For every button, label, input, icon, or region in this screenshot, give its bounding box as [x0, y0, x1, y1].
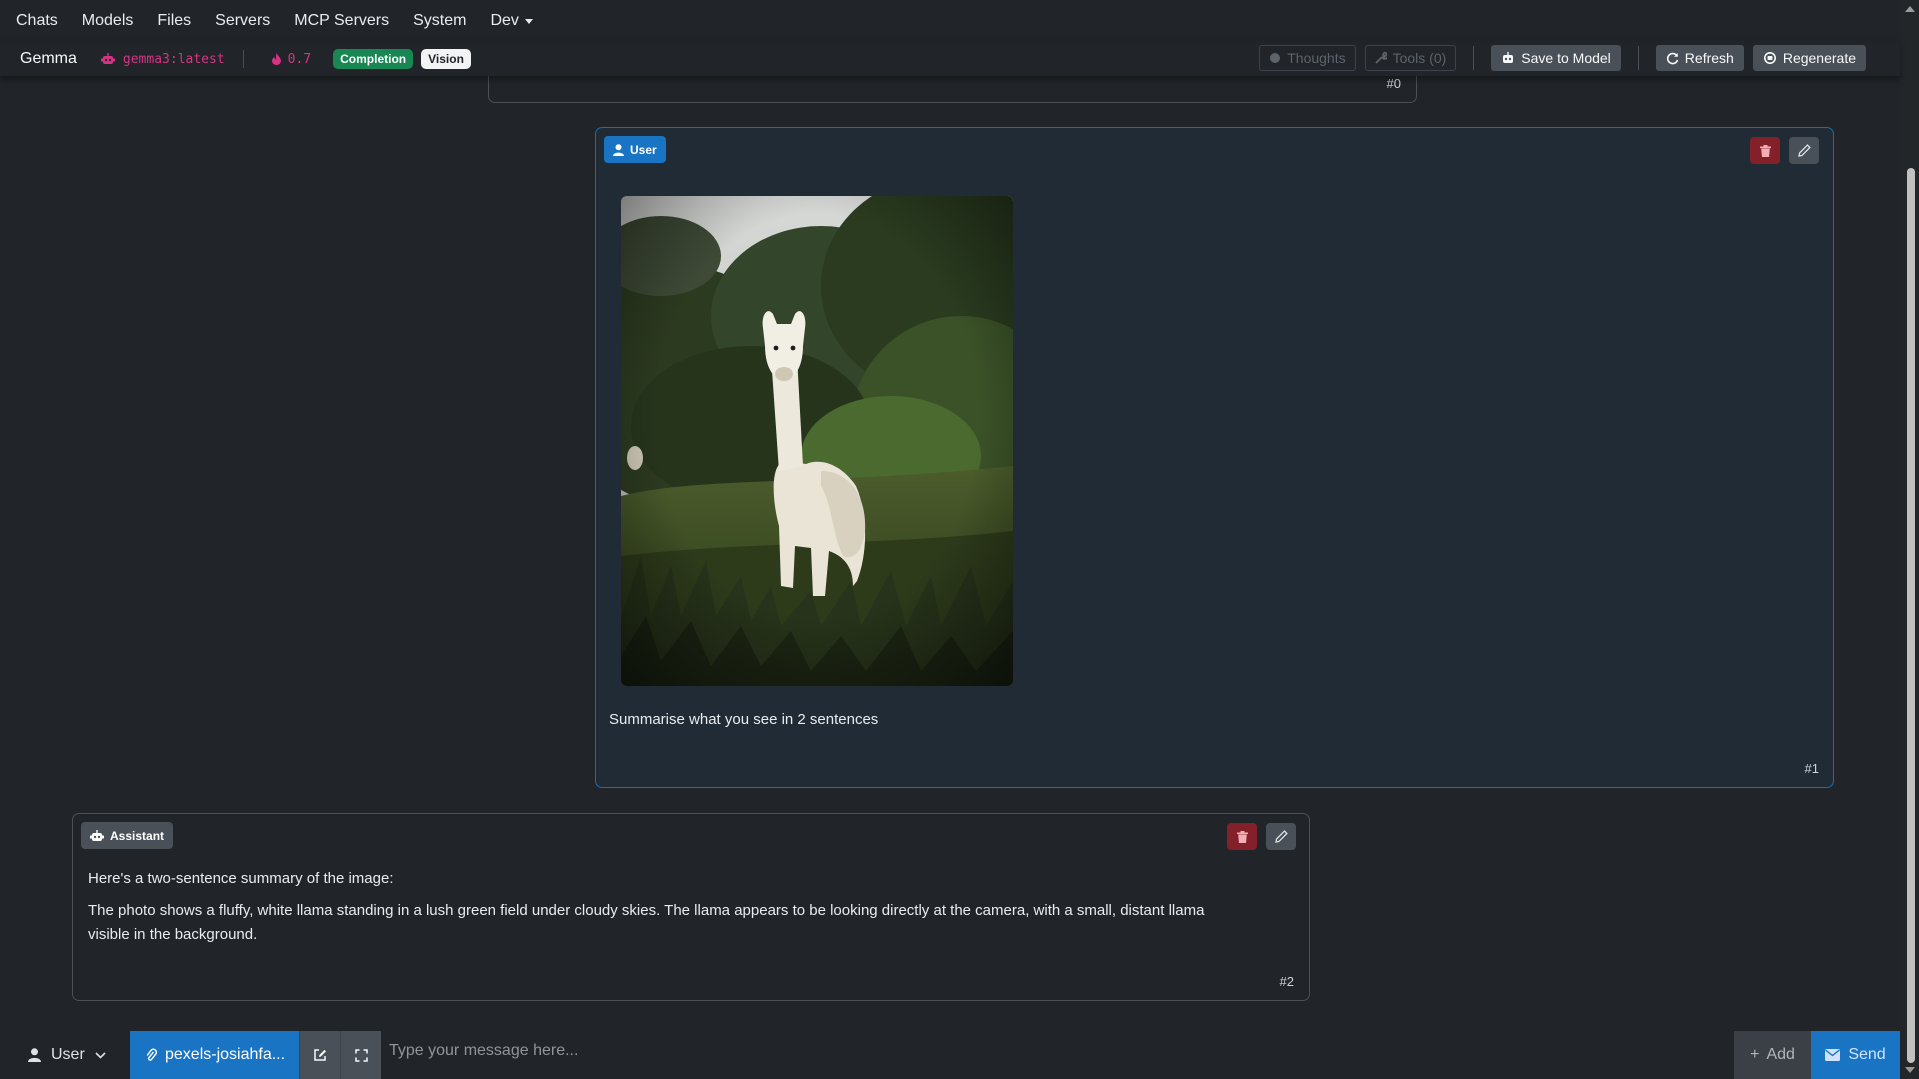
fullscreen-icon	[354, 1048, 368, 1062]
message-number: #0	[1386, 76, 1401, 91]
attachment-filename: pexels-josiahfa...	[165, 1046, 286, 1063]
page-scrollbar[interactable]	[1900, 0, 1919, 1079]
scroll-down-icon[interactable]	[1905, 1067, 1915, 1073]
message-number: #2	[1279, 974, 1294, 989]
header-divider	[242, 50, 244, 68]
save-to-model-label: Save to Model	[1521, 50, 1611, 66]
header-actions: Thoughts Tools (0) Save to Model Refresh	[1259, 45, 1866, 71]
save-to-model-button[interactable]: Save to Model	[1491, 45, 1621, 71]
robot-icon	[90, 829, 104, 841]
refresh-icon	[1666, 52, 1679, 64]
pencil-icon	[1274, 830, 1288, 843]
nav-dev-dropdown[interactable]: Dev	[490, 12, 533, 30]
edit-message-button[interactable]	[1266, 823, 1296, 850]
regenerate-label: Regenerate	[1782, 50, 1856, 66]
delete-message-button[interactable]	[1227, 823, 1257, 850]
model-name[interactable]: gemma3:latest	[100, 51, 225, 67]
assistant-message-intro: Here's a two-sentence summary of the ima…	[88, 870, 394, 887]
trash-icon	[1236, 830, 1248, 843]
vision-badge: Vision	[421, 49, 471, 69]
attachment-button[interactable]: pexels-josiahfa...	[130, 1031, 299, 1079]
role-select[interactable]: User	[0, 1031, 130, 1079]
scroll-up-icon[interactable]	[1905, 6, 1915, 12]
message-composer: User pexels-josiahfa... + Add Send	[0, 1031, 1900, 1079]
message-input[interactable]	[381, 1031, 1734, 1079]
thoughts-label: Thoughts	[1287, 50, 1346, 66]
message-number: #1	[1804, 761, 1819, 776]
brain-icon	[1270, 53, 1281, 63]
trash-icon	[1759, 144, 1771, 157]
message-assistant: Assistant Here's a two-sentence summary …	[72, 813, 1310, 1001]
edit-message-button[interactable]	[1789, 137, 1819, 164]
attached-image-llama[interactable]	[621, 196, 1013, 686]
user-icon	[28, 1048, 41, 1062]
role-label: Assistant	[110, 828, 165, 843]
temperature[interactable]: 0.7	[271, 51, 312, 67]
message-user: User Summarise what you see in 2 sentenc…	[595, 127, 1834, 788]
header-separator	[1637, 46, 1639, 70]
nav-files[interactable]: Files	[157, 12, 191, 30]
tools-label: Tools (0)	[1392, 50, 1447, 66]
llama-photo	[621, 196, 1013, 686]
refresh-button[interactable]: Refresh	[1655, 45, 1744, 71]
thoughts-button[interactable]: Thoughts	[1259, 45, 1356, 71]
refresh-label: Refresh	[1684, 50, 1734, 66]
assistant-message-body: The photo shows a fluffy, white llama st…	[88, 902, 1205, 919]
nav-servers[interactable]: Servers	[215, 12, 270, 30]
assistant-message-body-cont: visible in the background.	[88, 926, 258, 943]
wrench-icon	[1374, 52, 1387, 64]
robot-icon	[1503, 52, 1514, 63]
user-icon	[613, 143, 624, 156]
tools-button[interactable]: Tools (0)	[1364, 45, 1457, 71]
chevron-down-icon	[95, 1051, 106, 1059]
chat-title[interactable]: Gemma	[20, 50, 77, 68]
role-select-label: User	[51, 1046, 85, 1063]
pencil-icon	[1797, 144, 1811, 157]
flame-icon	[271, 53, 281, 65]
add-label: Add	[1766, 1046, 1795, 1063]
fullscreen-button[interactable]	[340, 1031, 381, 1079]
top-navigation: Chats Models Files Servers MCP Servers S…	[0, 0, 1919, 42]
robot-icon	[100, 53, 115, 64]
caret-down-icon	[524, 18, 533, 24]
header-separator	[1473, 46, 1475, 70]
nav-dev-label: Dev	[490, 12, 519, 29]
scroll-thumb[interactable]	[1907, 168, 1915, 1063]
model-name-text: gemma3:latest	[122, 51, 225, 67]
paperclip-icon	[146, 1048, 157, 1061]
delete-message-button[interactable]	[1750, 137, 1780, 164]
role-badge-user: User	[604, 136, 666, 163]
nav-system[interactable]: System	[413, 12, 466, 30]
nav-mcp-servers[interactable]: MCP Servers	[294, 12, 389, 30]
edit-text-button[interactable]	[299, 1031, 340, 1079]
completion-badge: Completion	[333, 49, 414, 69]
edit-square-icon	[314, 1049, 326, 1061]
role-badge-assistant: Assistant	[81, 822, 174, 849]
send-label: Send	[1848, 1046, 1886, 1063]
chat-header: Gemma gemma3:latest 0.7 Completion Visio…	[0, 42, 1900, 76]
add-message-button[interactable]: + Add	[1734, 1031, 1811, 1079]
envelope-icon	[1825, 1049, 1841, 1061]
user-message-text: Summarise what you see in 2 sentences	[609, 711, 879, 728]
regenerate-button[interactable]: Regenerate	[1752, 45, 1866, 71]
nav-models[interactable]: Models	[82, 12, 134, 30]
regenerate-icon	[1763, 52, 1776, 64]
role-label: User	[630, 142, 657, 157]
send-button[interactable]: Send	[1811, 1031, 1900, 1079]
nav-chats[interactable]: Chats	[16, 12, 58, 30]
plus-icon: +	[1750, 1046, 1760, 1063]
temperature-value: 0.7	[287, 51, 312, 67]
